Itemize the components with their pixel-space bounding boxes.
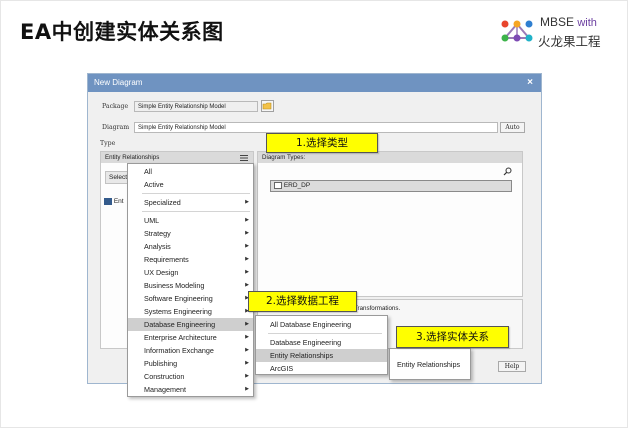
submenu-arrow-icon: ▶ xyxy=(245,360,249,366)
type-label: Type xyxy=(100,140,116,147)
submenu-arrow-icon: ▶ xyxy=(245,199,249,205)
menu-item-software-engineering[interactable]: Software Engineering▶ xyxy=(128,292,253,305)
submenu-arrow-icon: ▶ xyxy=(245,269,249,275)
database-engineering-submenu: All Database Engineering Database Engine… xyxy=(255,315,388,375)
submenu-item-database-engineering[interactable]: Database Engineering xyxy=(256,336,387,349)
search-icon[interactable] xyxy=(503,167,512,176)
submenu-arrow-icon: ▶ xyxy=(245,230,249,236)
type-category-menu: All Active Specialized ▶ UML ▶ Strategy ▶ A… xyxy=(127,163,254,397)
logo-subtitle: 火龙果工程 xyxy=(538,34,601,49)
submenu-item-arcgis[interactable]: ArcGIS xyxy=(256,362,387,375)
submenu-arrow-icon: ▶ xyxy=(245,321,249,327)
logo-brand-text: MBSE xyxy=(540,15,575,29)
logo-brand-with: with xyxy=(577,17,597,29)
description-text: Transformations. xyxy=(354,305,401,312)
entity-relationships-flyout: Entity Relationships xyxy=(389,348,471,380)
diagram-name-input[interactable]: Simple Entity Relationship Model xyxy=(134,122,498,133)
slide-title: EA中创建实体关系图 xyxy=(20,20,224,44)
submenu-arrow-icon: ▶ xyxy=(245,243,249,249)
menu-item-active[interactable]: Active xyxy=(128,178,253,191)
submenu-arrow-icon: ▶ xyxy=(245,386,249,392)
menu-item-business-modeling[interactable]: Business Modeling ▶ xyxy=(128,279,253,292)
logo-icon xyxy=(501,20,533,42)
diagram-type-erd-dp[interactable]: ERD_DP xyxy=(270,180,512,192)
menu-item-database-engineering[interactable]: Database Engineering ▶ xyxy=(128,318,253,331)
dialog-titlebar: New Diagram xyxy=(88,74,541,92)
type-dropdown-value: Entity Relationships xyxy=(105,154,160,161)
submenu-item-all-database-engineering[interactable]: All Database Engineering xyxy=(256,318,387,331)
erd-diagram-icon xyxy=(274,181,282,189)
close-icon[interactable]: × xyxy=(527,77,533,88)
browse-package-button[interactable] xyxy=(261,100,274,112)
menu-item-specialized[interactable]: Specialized ▶ xyxy=(128,196,253,209)
auto-button[interactable]: Auto xyxy=(500,122,525,133)
callout-step-1: 1.选择类型 xyxy=(266,133,378,153)
menu-item-requirements[interactable]: Requirements ▶ xyxy=(128,253,253,266)
menu-item-all[interactable]: All xyxy=(128,165,253,178)
menu-item-ux-design[interactable]: UX Design ▶ xyxy=(128,266,253,279)
menu-separator xyxy=(142,193,250,194)
callout-step-2: 2.选择数据工程 xyxy=(248,291,357,312)
help-button[interactable]: Help xyxy=(498,361,526,372)
submenu-arrow-icon: ▶ xyxy=(245,256,249,262)
menu-separator xyxy=(268,333,382,334)
diagram-types-panel: Diagram Types: ERD_DP xyxy=(257,151,523,297)
type-dropdown[interactable]: Entity Relationships xyxy=(101,152,253,163)
package-label: Package xyxy=(102,103,129,110)
erd-icon xyxy=(104,197,112,205)
menu-item-publishing[interactable]: Publishing ▶ xyxy=(128,357,253,370)
menu-item-analysis[interactable]: Analysis ▶ xyxy=(128,240,253,253)
flyout-item-entity-relationships[interactable]: Entity Relationships xyxy=(390,358,470,371)
folder-icon xyxy=(262,102,272,110)
diagram-label: Diagram xyxy=(102,124,130,131)
submenu-arrow-icon: ▶ xyxy=(245,334,249,340)
logo-brand: MBSE with xyxy=(540,15,597,29)
submenu-arrow-icon: ▶ xyxy=(245,217,249,223)
diagram-types-header: Diagram Types: xyxy=(258,152,522,163)
submenu-arrow-icon: ▶ xyxy=(245,347,249,353)
menu-item-management[interactable]: Management ▶ xyxy=(128,383,253,396)
dialog-title: New Diagram xyxy=(94,78,143,87)
menu-separator xyxy=(142,211,250,212)
submenu-item-entity-relationships[interactable]: Entity Relationships xyxy=(256,349,387,362)
menu-item-enterprise-architecture[interactable]: Enterprise Architecture ▶ xyxy=(128,331,253,344)
submenu-arrow-icon: ▶ xyxy=(245,373,249,379)
hamburger-menu-icon[interactable] xyxy=(239,154,249,162)
menu-item-systems-engineering[interactable]: Systems Engineering▶ xyxy=(128,305,253,318)
menu-item-strategy[interactable]: Strategy ▶ xyxy=(128,227,253,240)
menu-item-information-exchange[interactable]: Information Exchange ▶ xyxy=(128,344,253,357)
menu-item-uml[interactable]: UML ▶ xyxy=(128,214,253,227)
package-field[interactable]: Simple Entity Relationship Model xyxy=(134,101,258,112)
menu-item-construction[interactable]: Construction ▶ xyxy=(128,370,253,383)
callout-step-3: 3.选择实体关系 xyxy=(396,326,509,348)
